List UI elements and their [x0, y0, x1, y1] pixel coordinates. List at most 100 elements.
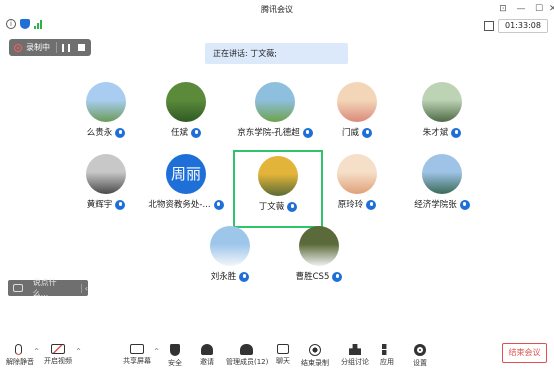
- shield-icon[interactable]: [20, 19, 30, 29]
- end-meeting-button[interactable]: 结束会议: [502, 343, 547, 363]
- window-title: 腾讯会议: [261, 5, 293, 14]
- participant-tile[interactable]: 原玲玲: [312, 150, 402, 228]
- participant-name-text: 京东学院-孔德超: [237, 128, 300, 138]
- pause-recording-button[interactable]: [62, 43, 70, 52]
- minimize-icon[interactable]: —: [515, 3, 527, 15]
- toolbar-share-screen-button[interactable]: 共享屏幕: [122, 344, 152, 369]
- record-stop-icon: [309, 344, 321, 356]
- avatar: [299, 226, 339, 266]
- participant-name: 京东学院-孔德超: [230, 126, 320, 138]
- participant-name: 任斌: [141, 126, 231, 138]
- avatar: [86, 154, 126, 194]
- participant-tile[interactable]: 任斌: [141, 78, 231, 156]
- participant-name: 北物资教务处-...: [141, 198, 231, 210]
- participant-name: 经济学院张: [397, 198, 487, 210]
- mic-options-caret[interactable]: ^: [34, 348, 40, 355]
- participant-name-text: 门威: [341, 128, 359, 138]
- toolbar-mic-muted-button[interactable]: 解除静音: [6, 344, 34, 369]
- avatar: [337, 82, 377, 122]
- avatar: [258, 156, 298, 196]
- participant-name-text: 朱才斌: [422, 128, 449, 138]
- participant-tile[interactable]: 么贵永: [61, 78, 151, 156]
- video-options-caret[interactable]: ^: [76, 348, 82, 355]
- participant-tile[interactable]: 京东学院-孔德超: [230, 78, 320, 156]
- mic-icon: [191, 127, 201, 138]
- chat-icon: [277, 344, 289, 354]
- participant-tile[interactable]: 经济学院张: [397, 150, 487, 228]
- participant-tile[interactable]: 刘永胜: [185, 222, 275, 300]
- toolbar-apps-button[interactable]: 应用: [378, 344, 396, 369]
- info-icon[interactable]: i: [6, 19, 16, 29]
- toolbar-label: 安全: [168, 359, 182, 367]
- participant-tile[interactable]: 丁文薇: [233, 150, 323, 228]
- toolbar-gear-button[interactable]: 设置: [410, 344, 430, 369]
- participant-name-text: 曹胜CS5: [295, 272, 330, 282]
- toolbar-breakout-button[interactable]: 分组讨论: [340, 344, 370, 369]
- gear-icon: [414, 344, 426, 356]
- participant-name: 丁文薇: [235, 200, 321, 212]
- toolbar-members-button[interactable]: 管理成员(12): [226, 344, 269, 369]
- layout-icon[interactable]: [484, 21, 494, 31]
- mic-icon: [287, 201, 298, 212]
- participant-name-text: 刘永胜: [210, 272, 237, 282]
- toolbar-video-off-button[interactable]: 开启视频: [44, 344, 72, 369]
- toolbar-chat-button[interactable]: 聊天: [274, 344, 292, 369]
- signal-icon[interactable]: [34, 19, 44, 29]
- toolbar-label: 应用: [380, 358, 394, 366]
- participant-name-text: 原玲玲: [337, 200, 364, 210]
- mic-icon: [115, 127, 126, 138]
- toolbar-label: 管理成员(12): [226, 358, 269, 366]
- participant-name-text: 么贵永: [86, 128, 113, 138]
- shield-icon: [170, 344, 180, 356]
- chat-placeholder[interactable]: 说点什么...: [33, 277, 71, 299]
- participant-tile[interactable]: 曹胜CS5: [274, 222, 364, 300]
- toolbar-record-stop-button[interactable]: 结束录制: [301, 344, 329, 369]
- recording-bar: 录制中: [9, 39, 91, 56]
- stop-recording-button[interactable]: [78, 44, 85, 51]
- record-icon: [14, 43, 22, 52]
- members-icon: [239, 344, 253, 355]
- breakout-icon: [349, 344, 361, 355]
- maximize-icon[interactable]: ☐: [533, 3, 545, 15]
- avatar: 周丽: [166, 154, 206, 194]
- avatar: [422, 82, 462, 122]
- chat-bar[interactable]: 说点什么... ‹: [8, 277, 88, 299]
- toolbar-label: 聊天: [276, 357, 290, 365]
- participant-tile[interactable]: 门威: [312, 78, 402, 156]
- participant-name: 黄辉宇: [61, 198, 151, 210]
- participant-name-text: 黄辉宇: [86, 200, 113, 210]
- pin-icon[interactable]: ⊡: [497, 3, 509, 15]
- participant-name-text: 任斌: [170, 128, 188, 138]
- participant-tile[interactable]: 黄辉宇: [61, 150, 151, 228]
- participant-tile[interactable]: 周丽北物资教务处-...: [141, 150, 231, 228]
- mic-icon: [366, 199, 377, 210]
- meeting-timer: 01:33:08: [498, 19, 548, 33]
- participant-name: 朱才斌: [397, 126, 487, 138]
- toolbar-invite-button[interactable]: 邀请: [198, 344, 216, 369]
- mic-icon: [451, 127, 462, 138]
- share-screen-icon: [130, 344, 144, 354]
- toolbar-shield-button[interactable]: 安全: [166, 344, 184, 369]
- invite-icon: [201, 344, 213, 355]
- participant-name: 曹胜CS5: [274, 270, 364, 282]
- participant-name: 门威: [312, 126, 402, 138]
- recording-label: 录制中: [26, 43, 50, 52]
- status-icons: i: [6, 19, 44, 29]
- avatar: [166, 82, 206, 122]
- toolbar-label: 邀请: [200, 358, 214, 366]
- avatar: [210, 226, 250, 266]
- collapse-chat-icon[interactable]: ‹: [80, 283, 88, 293]
- title-bar: 腾讯会议 ⊡ — ☐ ✕: [0, 0, 554, 20]
- toolbar-label: 解除静音: [6, 358, 34, 366]
- participant-tile[interactable]: 朱才斌: [397, 78, 487, 156]
- toolbar-label: 分组讨论: [341, 358, 369, 366]
- close-icon[interactable]: ✕: [549, 3, 554, 15]
- participant-name: 么贵永: [61, 126, 151, 138]
- avatar: [337, 154, 377, 194]
- participant-name: 刘永胜: [185, 270, 275, 282]
- mic-icon: [115, 199, 126, 210]
- mic-icon: [362, 127, 372, 138]
- share-options-caret[interactable]: ^: [154, 348, 160, 355]
- participant-name-text: 经济学院张: [414, 200, 457, 210]
- apps-icon: [381, 344, 387, 355]
